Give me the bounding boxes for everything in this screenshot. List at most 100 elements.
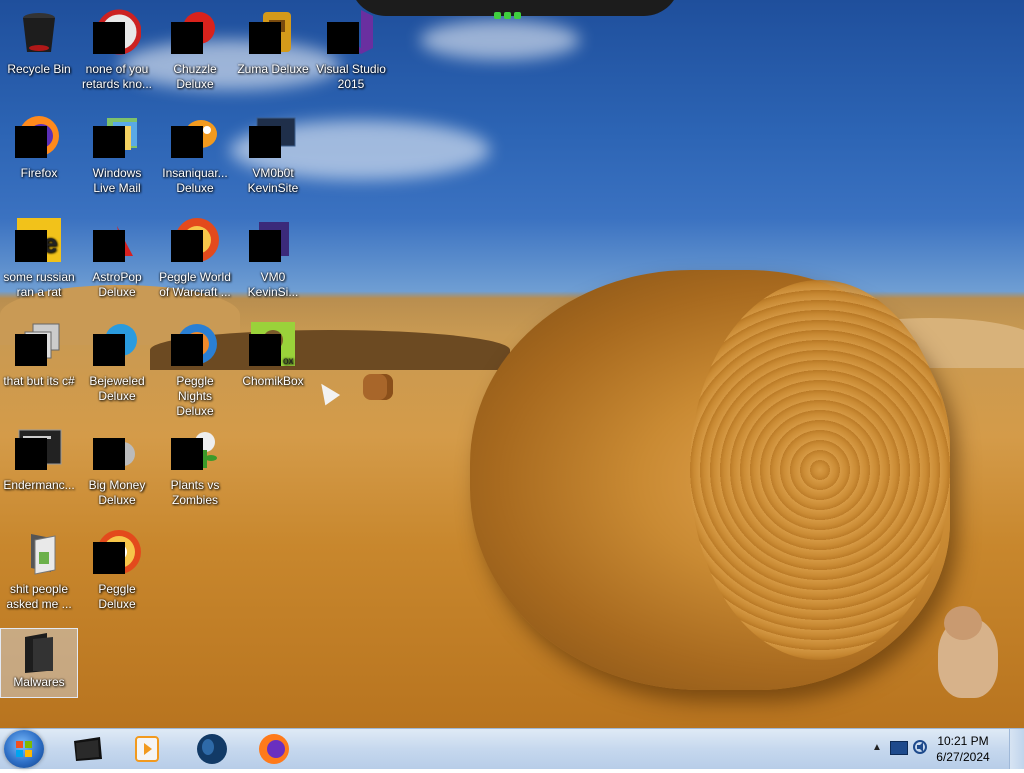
taskbar-clock[interactable]: 10:21 PM 6/27/2024 bbox=[928, 733, 998, 765]
desktop-icon-shit-people-asked[interactable]: shit people asked me ... bbox=[0, 524, 78, 624]
chuzzle-icon bbox=[171, 8, 219, 56]
redaction-box bbox=[93, 22, 125, 54]
wallpaper-small-bale bbox=[363, 374, 393, 400]
redaction-box bbox=[327, 22, 359, 54]
peggle-icon bbox=[171, 216, 219, 264]
desktop-icon-astropop[interactable]: AstroPop Deluxe bbox=[78, 212, 156, 312]
desktop-icon-peggle-wow[interactable]: Peggle World of Warcraft ... bbox=[156, 212, 234, 312]
desktop-icon-malwares[interactable]: Malwares bbox=[0, 628, 78, 698]
desktop-icon-firefox[interactable]: Firefox bbox=[0, 108, 78, 208]
taskbar-pinned-firefox[interactable] bbox=[248, 731, 300, 767]
desktop-icon-peggle-nights[interactable]: Peggle Nights Deluxe bbox=[156, 316, 234, 418]
icon-label: VM0b0t KevinSite bbox=[247, 166, 299, 195]
firefox-icon bbox=[15, 112, 63, 160]
icon-label: that but its c# bbox=[3, 374, 75, 388]
icon-label: Malwares bbox=[13, 675, 65, 689]
desktop-icon-recycle-bin[interactable]: Recycle Bin bbox=[0, 4, 78, 104]
terminal-icon bbox=[15, 424, 63, 472]
wallpaper-hay-bale-face bbox=[690, 280, 950, 660]
desktop-icon-some-russian[interactable]: e some russian ran a rat bbox=[0, 212, 78, 312]
icon-label: Bejeweled Deluxe bbox=[89, 374, 145, 403]
icon-label: VM0 KevinSi... bbox=[247, 270, 299, 299]
desktop-icon-big-money[interactable]: Big Money Deluxe bbox=[78, 420, 156, 520]
redacted-icon: e bbox=[15, 216, 63, 264]
clock-time: 10:21 PM bbox=[937, 734, 989, 748]
icon-label: some russian ran a rat bbox=[3, 270, 75, 299]
plants-vs-zombies-icon bbox=[171, 424, 219, 472]
icon-label: Firefox bbox=[20, 166, 58, 180]
taskbar-pinned-globe[interactable] bbox=[186, 731, 238, 767]
show-hidden-icons-chevron-icon[interactable]: ▲ bbox=[872, 742, 882, 753]
indicator-lights bbox=[494, 6, 528, 19]
icon-label: none of you retards kno... bbox=[81, 62, 153, 91]
redaction-box bbox=[171, 334, 203, 366]
taskbar-pinned-command-prompt[interactable] bbox=[62, 731, 114, 767]
desktop-icon-visual-studio[interactable]: Visual Studio 2015 bbox=[312, 4, 390, 104]
svg-text:ox: ox bbox=[283, 356, 294, 367]
windows-live-mail-icon bbox=[93, 112, 141, 160]
redaction-box bbox=[171, 230, 203, 262]
peggle-nights-icon bbox=[171, 320, 219, 368]
desktop-icon-vm0b0t[interactable]: VM0b0t KevinSite bbox=[234, 108, 312, 208]
network-icon[interactable] bbox=[890, 741, 908, 755]
redaction-box bbox=[249, 230, 281, 262]
desktop-icon-zuma[interactable]: Zuma Deluxe bbox=[234, 4, 312, 104]
redaction-box bbox=[249, 126, 281, 158]
redaction-box bbox=[93, 334, 125, 366]
desktop[interactable]: Recycle Bin Firefox e some russian ran a… bbox=[0, 0, 1024, 728]
redaction-box bbox=[15, 438, 47, 470]
desktop-icon-chomikbox[interactable]: ox ChomikBox bbox=[234, 316, 312, 416]
desktop-icon-that-but-its-csharp[interactable]: that but its c# bbox=[0, 316, 78, 416]
redaction-box bbox=[171, 22, 203, 54]
icon-label: Windows Live Mail bbox=[92, 166, 142, 195]
show-desktop-button[interactable] bbox=[1009, 729, 1024, 769]
desktop-icon-bejeweled[interactable]: Bejeweled Deluxe bbox=[78, 316, 156, 416]
redaction-box bbox=[15, 126, 47, 158]
vm-icon bbox=[249, 216, 297, 264]
icon-label: AstroPop Deluxe bbox=[92, 270, 142, 299]
desktop-icon-peggle-deluxe[interactable]: Peggle Deluxe bbox=[78, 524, 156, 624]
chomikbox-icon: ox bbox=[249, 320, 297, 368]
icon-label: Chuzzle Deluxe bbox=[173, 62, 217, 91]
icon-label: Peggle Deluxe bbox=[98, 582, 136, 611]
redaction-box bbox=[93, 438, 125, 470]
folder-icon bbox=[15, 528, 63, 576]
desktop-icon-endermanc[interactable]: Endermanc... bbox=[0, 420, 78, 520]
redacted-icon bbox=[15, 320, 63, 368]
windows-start-orb-icon[interactable] bbox=[4, 730, 44, 768]
globe-icon bbox=[197, 734, 227, 764]
icon-label: Zuma Deluxe bbox=[237, 62, 309, 76]
taskbar-pinned-media-player[interactable] bbox=[122, 731, 174, 767]
icon-label: ChomikBox bbox=[242, 374, 304, 388]
redaction-box bbox=[15, 230, 47, 262]
desktop-icon-chuzzle[interactable]: Chuzzle Deluxe bbox=[156, 4, 234, 104]
icon-label: Endermanc... bbox=[3, 478, 75, 492]
hamster-desktop-pet[interactable] bbox=[930, 606, 1002, 702]
media-player-icon bbox=[135, 736, 159, 762]
icon-label: Recycle Bin bbox=[7, 62, 71, 76]
redacted-icon bbox=[93, 8, 142, 56]
desktop-icon-insaniquarium[interactable]: Insaniquar... Deluxe bbox=[156, 108, 234, 208]
folder-icon bbox=[15, 631, 63, 675]
icon-label: Peggle Nights Deluxe bbox=[176, 374, 214, 418]
zuma-icon bbox=[249, 8, 297, 56]
icon-label: Plants vs Zombies bbox=[170, 478, 220, 507]
icon-label: Insaniquar... Deluxe bbox=[162, 166, 228, 195]
icon-label: Peggle World of Warcraft ... bbox=[159, 270, 231, 299]
volume-icon[interactable] bbox=[912, 739, 928, 755]
peggle-icon bbox=[93, 528, 141, 576]
desktop-icon-none-of-you[interactable]: none of you retards kno... bbox=[78, 4, 156, 104]
desktop-icon-vm0-kevinsite[interactable]: VM0 KevinSi... bbox=[234, 212, 312, 312]
visual-studio-icon bbox=[327, 8, 375, 56]
redaction-box bbox=[15, 334, 47, 366]
desktop-icon-plants-vs-zombies[interactable]: Plants vs Zombies bbox=[156, 420, 234, 520]
astropop-icon bbox=[93, 216, 141, 264]
desktop-icon-windows-live-mail[interactable]: Windows Live Mail bbox=[78, 108, 156, 208]
redaction-box bbox=[93, 542, 125, 574]
icon-label: Visual Studio 2015 bbox=[316, 62, 386, 91]
clock-date: 6/27/2024 bbox=[936, 750, 990, 764]
vm-icon bbox=[249, 112, 297, 160]
redaction-box bbox=[171, 438, 203, 470]
wallpaper-cloud bbox=[420, 20, 580, 60]
redaction-box bbox=[249, 22, 281, 54]
